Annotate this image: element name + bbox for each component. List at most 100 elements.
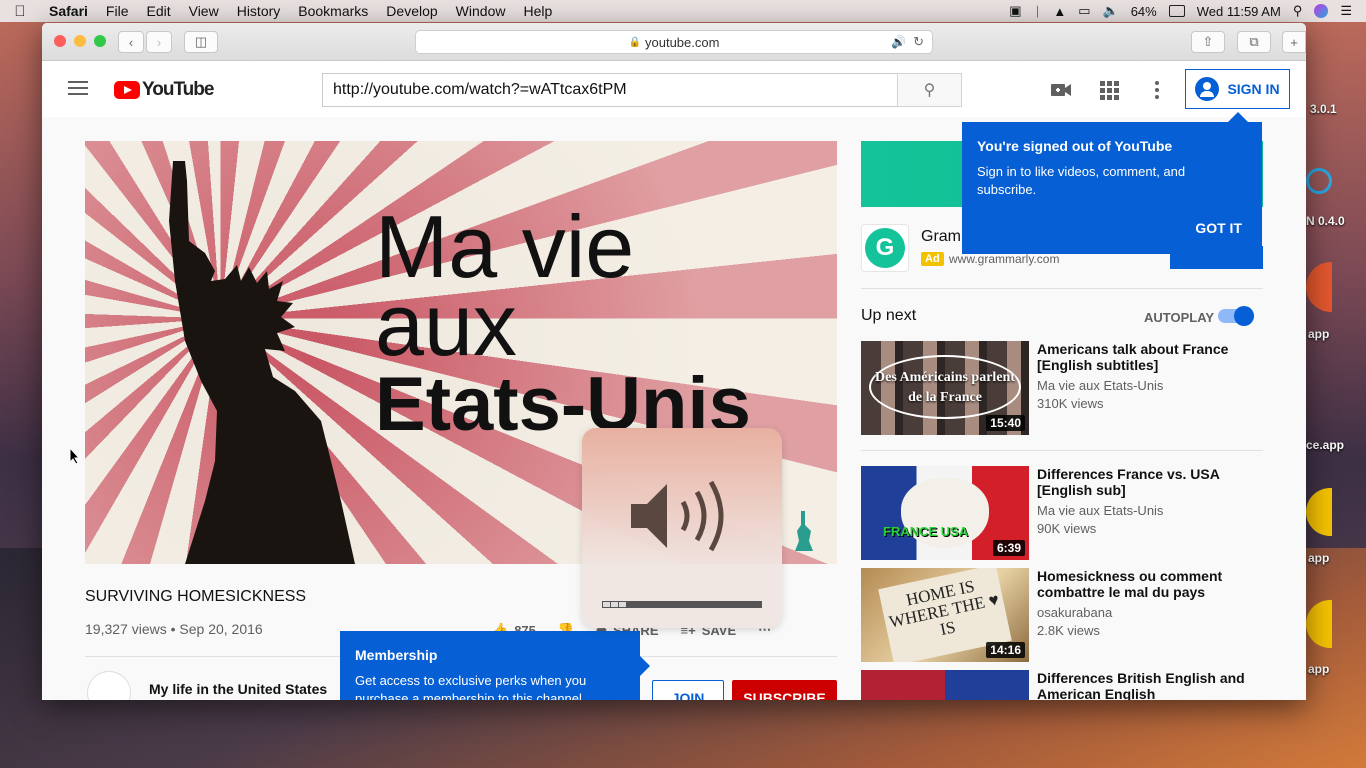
signed-out-tooltip: You're signed out of YouTube Sign in to … (962, 112, 1262, 254)
siri-icon[interactable] (1314, 4, 1329, 18)
menu-edit[interactable]: Edit (137, 3, 179, 19)
youtube-page: YouTube http://youtube.com/watch?=wATtca… (42, 61, 1306, 700)
menu-app-name[interactable]: Safari (40, 3, 97, 19)
tooltip-body: Sign in to like videos, comment, and sub… (977, 164, 1186, 197)
menu-develop[interactable]: Develop (377, 3, 446, 19)
volume-icon[interactable]: 🔈 (1103, 3, 1119, 19)
desktop-icon-label[interactable]: app (1308, 662, 1329, 676)
tabs-overview-icon[interactable]: ⧉ (1237, 31, 1271, 53)
minimize-window-button[interactable] (74, 35, 86, 47)
ad-url[interactable]: www.grammarly.com (949, 252, 1059, 266)
recommendation-title[interactable]: Homesickness ou comment combattre le mal… (1037, 568, 1257, 600)
lock-icon: 🔒 (628, 36, 641, 48)
recommendation-item[interactable]: Des Américains parlent de la France 15:4… (861, 341, 1263, 435)
share-icon[interactable]: ⇧ (1191, 31, 1225, 53)
video-thumbnail[interactable]: HOME IS WHERE THE ♥ IS 14:16 (861, 568, 1029, 662)
recommendation-title[interactable]: Differences British English and American… (1037, 670, 1257, 700)
recommendation-title[interactable]: Americans talk about France [English sub… (1037, 341, 1257, 373)
mac-menubar:  Safari File Edit View History Bookmark… (0, 0, 1366, 22)
youtube-logo[interactable]: YouTube (114, 79, 214, 101)
autoplay-label: AUTOPLAY (1144, 310, 1215, 325)
battery-icon[interactable] (1168, 5, 1185, 17)
up-next-heading: Up next (861, 307, 917, 324)
menu-history[interactable]: History (228, 3, 290, 19)
recommendation-title[interactable]: Differences France vs. USA [English sub] (1037, 466, 1257, 498)
desktop-icon-label[interactable]: 3.0.1 (1310, 102, 1337, 116)
thumbnail-text: Des Américains parlent de la France (869, 355, 1021, 419)
channel-avatar[interactable] (87, 671, 131, 700)
video-meta: 19,327 views • Sep 20, 2016 (85, 621, 263, 637)
mouse-cursor-icon (69, 447, 81, 465)
recommendation-channel: Ma vie aux Etats-Unis (1037, 503, 1164, 518)
menu-bookmarks[interactable]: Bookmarks (289, 3, 377, 19)
desktop-icon-label[interactable]: N 0.4.0 (1306, 214, 1345, 228)
airplay-icon[interactable]: ▭ (1078, 3, 1090, 19)
speaker-volume-icon (631, 480, 724, 552)
box-icon[interactable]: ▣ (1009, 3, 1021, 19)
recommendation-item[interactable]: Differences British English and American… (861, 670, 1263, 700)
sidebar-toggle-icon[interactable]: ◫ (184, 31, 218, 53)
channel-watermark-icon[interactable] (791, 511, 817, 551)
tooltip-title: You're signed out of YouTube (977, 138, 1173, 154)
create-video-icon[interactable] (1050, 79, 1072, 101)
menu-file[interactable]: File (97, 3, 138, 19)
search-input[interactable]: http://youtube.com/watch?=wATtcax6tPM (322, 73, 898, 107)
search-icon: ⚲ (923, 82, 936, 99)
desktop-app-icon[interactable] (1306, 168, 1332, 194)
menu-view[interactable]: View (180, 3, 228, 19)
forward-icon[interactable]: › (146, 31, 172, 53)
grammarly-logo[interactable]: G (861, 224, 909, 272)
new-tab-icon[interactable]: + (1282, 31, 1306, 53)
duration-badge: 15:40 (986, 415, 1025, 431)
recommendation-item[interactable]: HOME IS WHERE THE ♥ IS 14:16 Homesicknes… (861, 568, 1263, 662)
address-bar[interactable]: 🔒 youtube.com 🔊 ↻ (415, 30, 933, 54)
zoom-window-button[interactable] (94, 35, 106, 47)
membership-body: Get access to exclusive perks when you p… (355, 673, 587, 700)
reload-icon[interactable]: ↻ (913, 34, 924, 50)
search-button[interactable]: ⚲ (897, 73, 962, 107)
sign-in-button[interactable]: SIGN IN (1185, 69, 1290, 109)
got-it-button[interactable]: GOT IT (1195, 220, 1242, 236)
video-thumbnail[interactable]: FRANCE USA 6:39 (861, 466, 1029, 560)
desktop-app-icon[interactable] (1306, 488, 1332, 536)
channel-name[interactable]: My life in the United States (149, 681, 327, 697)
safari-toolbar: ‹ › ◫ 🔒 youtube.com 🔊 ↻ ⇧ ⧉ + (42, 23, 1306, 61)
firefox-icon[interactable] (1306, 262, 1332, 312)
membership-tooltip: Membership Get access to exclusive perks… (340, 631, 650, 700)
statue-of-liberty-image (169, 161, 355, 564)
menu-hamburger-icon[interactable] (68, 81, 88, 95)
menu-window[interactable]: Window (447, 3, 515, 19)
settings-more-icon[interactable] (1146, 79, 1168, 101)
duration-badge: 6:39 (992, 540, 1025, 556)
youtube-play-icon (114, 81, 140, 99)
desktop-icon-label[interactable]: ce.app (1306, 438, 1344, 452)
battery-percent[interactable]: 64% (1131, 4, 1157, 19)
desktop-icon-label[interactable]: app (1308, 327, 1329, 341)
apps-grid-icon[interactable] (1098, 79, 1120, 101)
duration-badge: 14:16 (986, 642, 1025, 658)
back-icon[interactable]: ‹ (118, 31, 144, 53)
subscribe-button[interactable]: SUBSCRIBE (732, 680, 837, 700)
desktop-icon-label[interactable]: app (1308, 551, 1329, 565)
account-icon (1195, 77, 1220, 101)
video-thumbnail[interactable]: Des Américains parlent de la France 15:4… (861, 341, 1029, 435)
spotlight-icon[interactable]: ⚲ (1293, 3, 1303, 19)
autoplay-toggle[interactable] (1218, 306, 1254, 326)
thumbnail-text: FRANCE USA (883, 524, 969, 539)
grammarly-g-icon: G (865, 228, 905, 268)
recommendation-views: 310K views (1037, 396, 1104, 411)
join-button[interactable]: JOIN (652, 680, 724, 700)
video-title: SURVIVING HOMESICKNESS (85, 588, 307, 605)
audio-playing-icon[interactable]: 🔊 (891, 35, 906, 49)
bluetooth-icon[interactable]: ᛁ (1034, 4, 1042, 19)
recommendation-item[interactable]: FRANCE USA 6:39 Differences France vs. U… (861, 450, 1263, 560)
video-thumbnail[interactable] (861, 670, 1029, 700)
clock[interactable]: Wed 11:59 AM (1197, 4, 1281, 19)
recommendation-views: 2.8K views (1037, 623, 1100, 638)
apple-menu-icon[interactable]:  (0, 3, 40, 20)
recommendation-channel: Ma vie aux Etats-Unis (1037, 378, 1164, 393)
wifi-icon[interactable]: ▲ (1053, 4, 1066, 19)
close-window-button[interactable] (54, 35, 66, 47)
notification-center-icon[interactable]: ☰ (1340, 3, 1352, 19)
menu-help[interactable]: Help (514, 3, 561, 19)
